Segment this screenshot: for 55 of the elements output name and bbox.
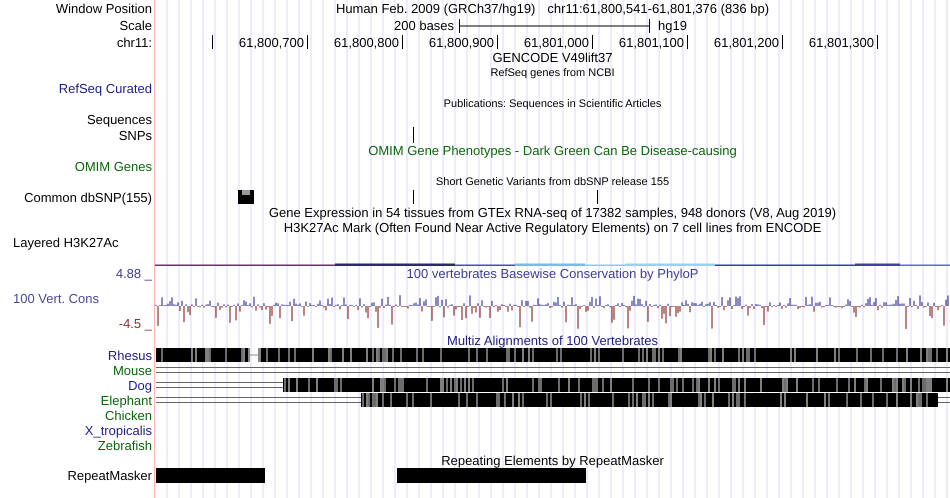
species-label[interactable]: Mouse: [112, 363, 152, 378]
coordinate-label: 61,800,700: [238, 35, 304, 50]
tick-mark: [402, 34, 403, 50]
track-title: 100 vertebrates Basewise Conservation by PhyloP: [406, 267, 698, 281]
row-label: Window Position: [56, 1, 152, 16]
assembly-label: hg19: [658, 18, 687, 33]
track-title: Gene Expression in 54 tissues from GTEx RNA-seq of 17382 samples, 948 donors (V8, Aug 2019): [268, 205, 836, 220]
coordinate-label: 61,801,100: [618, 35, 684, 50]
track-title: OMIM Gene Phenotypes - Dark Green Can Be Disease-causing: [368, 143, 737, 158]
tick-mark: [212, 34, 213, 50]
tick-mark: [592, 34, 593, 50]
snp-mark[interactable]: [413, 127, 414, 143]
track-label[interactable]: RefSeq Curated: [58, 80, 152, 96]
track-label[interactable]: Layered H3K27Ac: [13, 235, 119, 250]
track-title: GENCODE V49lift37: [492, 50, 612, 65]
coordinate-label: 61,801,000: [524, 35, 589, 50]
coordinate-label: 61,801,300: [808, 35, 874, 50]
track-title: Publications: Sequences in Scientific Articles: [444, 98, 662, 110]
snp-mark[interactable]: [597, 190, 598, 204]
species-label[interactable]: Rhesus: [108, 348, 152, 363]
tick-mark: [782, 34, 783, 50]
assembly-name: Human Feb. 2009 (GRCh37/hg19): [336, 1, 536, 16]
track-label[interactable]: RepeatMasker: [67, 468, 152, 483]
species-label[interactable]: X_tropicalis: [84, 423, 152, 438]
tick-mark: [497, 34, 498, 50]
track-label[interactable]: Sequences: [86, 112, 152, 126]
snp-mark[interactable]: [413, 190, 414, 204]
axis-max-label: 4.88 _: [116, 267, 152, 281]
species-label[interactable]: Chicken: [105, 408, 152, 423]
track-label[interactable]: OMIM Genes: [74, 158, 152, 174]
scale-text: 200 bases: [394, 18, 454, 33]
track-label[interactable]: SNPs: [118, 128, 152, 142]
row-label: Scale: [119, 18, 152, 33]
repeat-element[interactable]: [156, 468, 265, 483]
track-title: Short Genetic Variants from dbSNP release 155: [436, 176, 670, 188]
species-label[interactable]: Elephant: [100, 393, 152, 408]
track-title: Repeating Elements by RepeatMasker: [441, 453, 664, 468]
coordinate-label: 61,801,200: [714, 35, 779, 50]
tick-mark: [307, 34, 308, 50]
variant-mark[interactable]: [238, 190, 254, 204]
chromosome-label: chr11:: [116, 34, 152, 50]
track-title: Multiz Alignments of 100 Vertebrates: [446, 333, 658, 348]
repeat-element[interactable]: [397, 468, 586, 483]
axis-min-label: -4.5 _: [118, 317, 152, 331]
coordinate-label: 61,800,800: [334, 35, 399, 50]
species-label[interactable]: Zebrafish: [98, 438, 152, 453]
track-title: H3K27Ac Mark (Often Found Near Active Regulatory Elements) on 7 cell lines from ENCODE: [284, 220, 822, 235]
track-label[interactable]: Common dbSNP(155): [24, 190, 152, 204]
position-range: chr11:61,800,541-61,801,376 (836 bp): [547, 1, 770, 16]
coordinate-label: 61,800,900: [428, 35, 494, 50]
tick-mark: [877, 34, 878, 50]
species-label[interactable]: Dog: [128, 378, 152, 393]
tick-mark: [687, 34, 688, 50]
track-title: RefSeq genes from NCBI: [490, 66, 615, 78]
track-label[interactable]: 100 Vert. Cons: [0, 292, 99, 306]
